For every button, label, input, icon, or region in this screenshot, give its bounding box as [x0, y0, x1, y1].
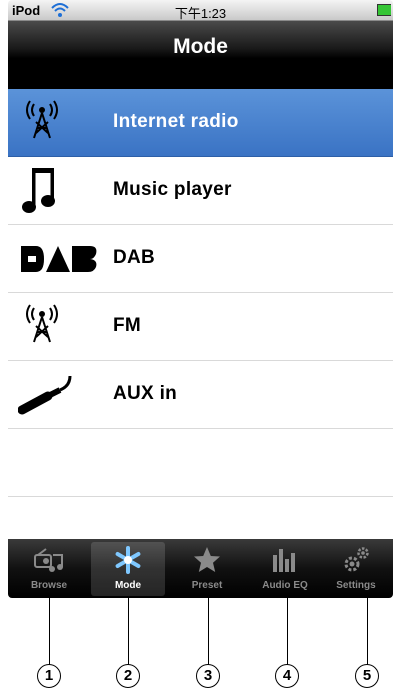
tab-label: Mode — [114, 580, 142, 591]
callout-line — [208, 598, 209, 668]
star-icon — [194, 547, 220, 572]
gears-icon — [344, 547, 369, 572]
tab-label: Audio EQ — [262, 580, 308, 591]
tab-audio-eq[interactable]: Audio EQ — [248, 542, 322, 596]
list-item-fm[interactable]: FM — [8, 293, 393, 361]
mode-label: DAB — [113, 247, 156, 268]
callout-number: 5 — [355, 664, 379, 688]
callout-number: 1 — [37, 664, 61, 688]
callout-line — [367, 598, 368, 668]
mode-label: FM — [113, 315, 142, 336]
battery-icon — [377, 4, 391, 16]
antenna-icon — [26, 100, 58, 139]
callout-line — [49, 598, 50, 668]
callout-number: 4 — [275, 664, 299, 688]
tab-label: Preset — [191, 580, 223, 591]
figure: iPod 下午1:23 Mode Internet radio Music pl… — [0, 0, 393, 690]
list-item-dab[interactable]: DAB — [8, 225, 393, 293]
list-item-internet-radio[interactable]: Internet radio — [8, 89, 393, 157]
tab-mode[interactable]: Mode — [91, 542, 165, 596]
equalizer-icon — [273, 549, 295, 572]
mode-list: Internet radio Music player DAB FM AUX i… — [8, 89, 393, 565]
callout-number: 2 — [116, 664, 140, 688]
page-title: Mode — [173, 35, 228, 58]
tab-bar: Browse Mode Preset Audio EQ Settings — [8, 539, 393, 598]
radio-music-icon — [34, 548, 63, 572]
tab-label: Settings — [336, 580, 376, 591]
callout-line — [128, 598, 129, 668]
clock: 下午1:23 — [174, 6, 227, 21]
tab-settings[interactable]: Settings — [319, 542, 393, 596]
tab-label: Browse — [30, 580, 68, 591]
callout-number: 3 — [196, 664, 220, 688]
music-note-icon — [22, 168, 55, 213]
mode-label: Music player — [113, 179, 232, 200]
device-screen: iPod 下午1:23 Mode Internet radio Music pl… — [8, 0, 393, 598]
snowflake-icon — [115, 546, 141, 574]
list-item-music-player[interactable]: Music player — [8, 157, 393, 225]
antenna-icon — [26, 304, 58, 343]
mode-label: Internet radio — [113, 111, 239, 132]
tab-browse[interactable]: Browse — [12, 542, 86, 596]
mode-label: AUX in — [113, 383, 178, 404]
status-bar: iPod 下午1:23 — [8, 0, 393, 21]
empty-row — [8, 429, 393, 497]
callout-line — [287, 598, 288, 668]
list-item-aux-in[interactable]: AUX in — [8, 361, 393, 429]
aux-cable-icon — [18, 375, 72, 415]
navigation-bar: Mode — [8, 21, 393, 89]
dab-logo-icon — [21, 246, 97, 272]
tab-preset[interactable]: Preset — [170, 542, 244, 596]
